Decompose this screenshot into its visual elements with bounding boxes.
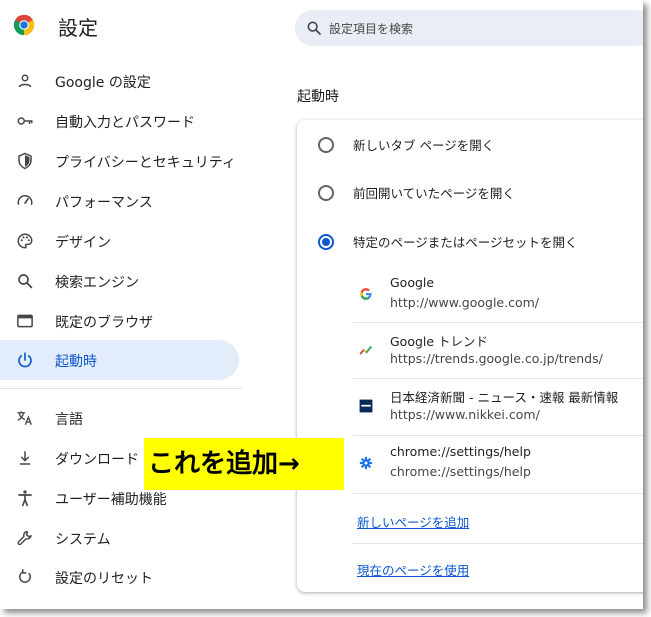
sidebar-item-label: 言語 [55, 412, 83, 428]
sidebar-item-google[interactable]: Google の設定 [0, 61, 240, 101]
speedometer-icon [17, 195, 33, 205]
browser-window-icon [17, 314, 33, 328]
sidebar-item-languages[interactable]: 言語 [0, 398, 240, 438]
search-icon [18, 274, 33, 289]
wrench-icon [17, 530, 32, 546]
startup-page-entry[interactable]: Google http://www.google.com/ [353, 267, 643, 323]
power-icon [18, 352, 32, 368]
startup-page-entry[interactable]: 日本経済新聞 - ニュース・速報 最新情報 https://www.nikkei… [353, 379, 643, 435]
google-favicon [360, 288, 372, 300]
search-bar[interactable]: 設定項目を検索 [295, 10, 643, 46]
sidebar-item-privacy[interactable]: プライバシーとセキュリティ [0, 141, 240, 181]
add-new-page-link[interactable]: 新しいページを追加 [357, 512, 469, 531]
accessibility-icon [18, 490, 32, 507]
radio-label: 新しいタブ ページを開く [353, 138, 495, 153]
page-name: chrome://settings/help [390, 444, 531, 459]
shield-icon [18, 152, 32, 170]
page-name: 日本経済新聞 - ニュース・速報 最新情報 [390, 390, 619, 405]
radio-button[interactable] [318, 185, 334, 201]
sidebar-item-reset[interactable]: 設定のリセット [0, 557, 240, 597]
search-icon [307, 21, 321, 35]
annotation-callout: これを追加→ [144, 438, 344, 490]
sidebar-item-label: 起動時 [55, 354, 97, 370]
sidebar-item-label: デザイン [55, 235, 111, 251]
sidebar-item-autofill[interactable]: 自動入力とパスワード [0, 101, 240, 141]
search-input[interactable]: 設定項目を検索 [329, 20, 413, 37]
page-url: https://www.nikkei.com/ [390, 407, 540, 422]
page-url: chrome://settings/help [390, 464, 531, 479]
startup-page-entry[interactable]: Google トレンド https://trends.google.co.jp/… [353, 323, 643, 379]
sidebar-item-label: Google の設定 [55, 75, 151, 91]
sidebar-item-label: プライバシーとセキュリティ [55, 155, 236, 171]
radio-option-continue[interactable]: 前回開いていたページを開く [297, 168, 643, 216]
radio-label: 特定のページまたはページセットを開く [353, 235, 578, 250]
sidebar-item-default-browser[interactable]: 既定のブラウザ [0, 301, 240, 341]
reset-icon [19, 569, 31, 583]
sidebar-item-on-startup[interactable]: 起動時 [0, 340, 239, 380]
radio-button[interactable] [318, 137, 334, 153]
download-icon [19, 451, 31, 465]
sidebar-item-label: パフォーマンス [55, 195, 153, 211]
entry-divider [353, 493, 643, 494]
startup-card: 新しいタブ ページを開く 前回開いていたページを開く 特定のページまたはページセ… [297, 120, 643, 592]
sidebar-item-performance[interactable]: パフォーマンス [0, 181, 240, 221]
sidebar-item-label: 既定のブラウザ [55, 315, 153, 331]
app-title: 設定 [58, 16, 98, 40]
startup-page-entry[interactable]: chrome://settings/help chrome://settings… [353, 436, 643, 492]
sidebar-item-label: システム [55, 532, 111, 548]
palette-icon [17, 233, 33, 249]
sidebar-item-label: 自動入力とパスワード [55, 115, 195, 131]
page-url: https://trends.google.co.jp/trends/ [390, 351, 603, 366]
settings-window: 設定 設定項目を検索 Google の設定 自動入力とパスワード プライバシーと… [0, 0, 643, 609]
radio-button-selected[interactable] [318, 234, 334, 250]
sidebar-item-label: ユーザー補助機能 [55, 492, 167, 508]
gear-icon [359, 456, 373, 470]
key-icon [17, 117, 33, 125]
sidebar-divider [0, 388, 242, 389]
radio-option-specific-pages[interactable]: 特定のページまたはページセットを開く [297, 217, 643, 265]
sidebar-item-label: ダウンロード [55, 452, 139, 468]
nikkei-favicon [359, 399, 373, 413]
sidebar-item-system[interactable]: システム [0, 518, 240, 558]
sidebar-item-label: 設定のリセット [55, 571, 153, 587]
entry-divider [353, 543, 643, 544]
page-url: http://www.google.com/ [390, 295, 539, 310]
google-trends-favicon [359, 345, 372, 355]
radio-option-new-tab[interactable]: 新しいタブ ページを開く [297, 120, 643, 168]
sidebar-item-label: 検索エンジン [55, 275, 139, 291]
sidebar-item-search-engine[interactable]: 検索エンジン [0, 261, 240, 301]
section-title: 起動時 [297, 89, 339, 105]
radio-label: 前回開いていたページを開く [353, 186, 515, 201]
translate-icon [17, 411, 33, 426]
use-current-pages-link[interactable]: 現在のページを使用 [357, 560, 469, 579]
chrome-logo-icon [13, 14, 35, 36]
person-icon [18, 74, 32, 88]
sidebar-item-design[interactable]: デザイン [0, 221, 240, 261]
page-name: Google [390, 275, 435, 290]
page-name: Google トレンド [390, 334, 489, 349]
